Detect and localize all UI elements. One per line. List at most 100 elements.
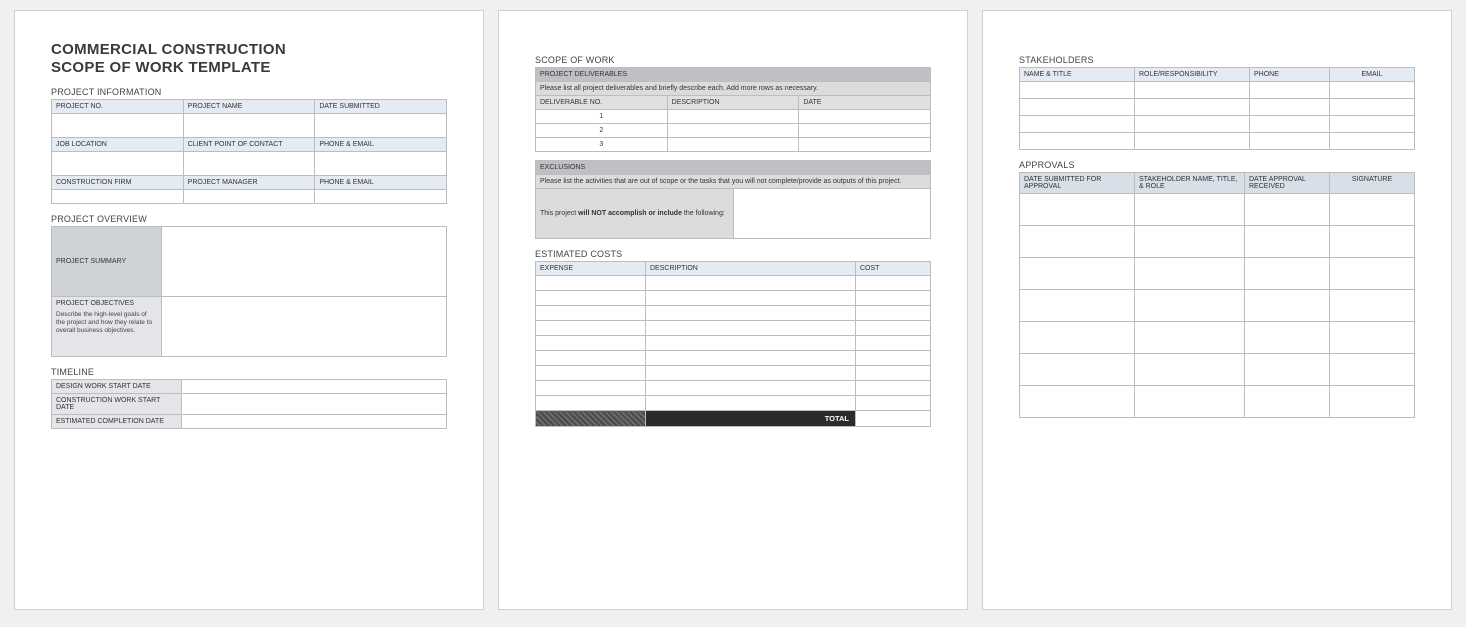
- cell[interactable]: [1245, 290, 1330, 322]
- cell[interactable]: [183, 114, 315, 138]
- exclusions-input[interactable]: [733, 189, 931, 239]
- cell[interactable]: [667, 138, 799, 152]
- cell[interactable]: [1020, 116, 1135, 133]
- cell[interactable]: [856, 276, 931, 291]
- cell[interactable]: [856, 321, 931, 336]
- cell[interactable]: [1020, 99, 1135, 116]
- cell[interactable]: [1330, 133, 1415, 150]
- cell[interactable]: [52, 190, 184, 204]
- cell[interactable]: [1330, 354, 1415, 386]
- cell[interactable]: [536, 306, 646, 321]
- cell[interactable]: [182, 394, 447, 415]
- total-amount[interactable]: [856, 411, 931, 427]
- cell[interactable]: [183, 190, 315, 204]
- cell[interactable]: [646, 291, 856, 306]
- cell[interactable]: [1245, 194, 1330, 226]
- cell[interactable]: [1330, 194, 1415, 226]
- cell[interactable]: [856, 336, 931, 351]
- cell[interactable]: [315, 114, 447, 138]
- cell[interactable]: [646, 381, 856, 396]
- cell[interactable]: [183, 152, 315, 176]
- cell[interactable]: [1020, 226, 1135, 258]
- cell[interactable]: [536, 366, 646, 381]
- cell[interactable]: [646, 366, 856, 381]
- col-cost-desc: DESCRIPTION: [646, 262, 856, 276]
- cell[interactable]: [1020, 194, 1135, 226]
- cell[interactable]: [1245, 386, 1330, 418]
- cell[interactable]: [1135, 386, 1245, 418]
- cell[interactable]: [1330, 82, 1415, 99]
- cell[interactable]: [52, 152, 184, 176]
- cell[interactable]: [667, 124, 799, 138]
- cell[interactable]: [1250, 116, 1330, 133]
- cell[interactable]: [1330, 322, 1415, 354]
- objectives-desc: Describe the high-level goals of the pro…: [56, 311, 152, 334]
- cell[interactable]: [182, 415, 447, 429]
- cell[interactable]: [1250, 82, 1330, 99]
- cell[interactable]: [1245, 322, 1330, 354]
- cell[interactable]: [536, 321, 646, 336]
- cell[interactable]: [646, 276, 856, 291]
- cell[interactable]: [536, 396, 646, 411]
- cell[interactable]: [667, 110, 799, 124]
- cell[interactable]: [315, 152, 447, 176]
- total-bar-left: [536, 411, 646, 427]
- cell[interactable]: [1330, 386, 1415, 418]
- col-signature: SIGNATURE: [1330, 173, 1415, 194]
- cell[interactable]: [646, 351, 856, 366]
- cell[interactable]: [646, 321, 856, 336]
- cell[interactable]: [1135, 116, 1250, 133]
- cell[interactable]: [1250, 133, 1330, 150]
- cell[interactable]: [799, 110, 931, 124]
- cell[interactable]: [856, 381, 931, 396]
- cell[interactable]: [1020, 322, 1135, 354]
- cell[interactable]: [1330, 258, 1415, 290]
- cell[interactable]: [1330, 290, 1415, 322]
- cell[interactable]: [1135, 258, 1245, 290]
- cell[interactable]: [1135, 99, 1250, 116]
- cell[interactable]: [799, 124, 931, 138]
- cell[interactable]: [1135, 194, 1245, 226]
- cell[interactable]: [1020, 82, 1135, 99]
- cell[interactable]: [1020, 290, 1135, 322]
- cell[interactable]: [856, 291, 931, 306]
- cell[interactable]: [315, 190, 447, 204]
- cell[interactable]: [1020, 354, 1135, 386]
- cell[interactable]: [856, 366, 931, 381]
- cell[interactable]: [856, 306, 931, 321]
- cell[interactable]: [182, 380, 447, 394]
- cell[interactable]: [1330, 99, 1415, 116]
- cell[interactable]: [1020, 258, 1135, 290]
- cell[interactable]: [1135, 322, 1245, 354]
- cell[interactable]: [1135, 226, 1245, 258]
- label-completion-date: ESTIMATED COMPLETION DATE: [52, 415, 182, 429]
- cell[interactable]: [1020, 133, 1135, 150]
- cell[interactable]: [1250, 99, 1330, 116]
- cell[interactable]: [1135, 133, 1250, 150]
- objectives-input[interactable]: [162, 297, 447, 357]
- cell[interactable]: [1245, 258, 1330, 290]
- cell[interactable]: [536, 351, 646, 366]
- cell[interactable]: [1135, 354, 1245, 386]
- project-info-table: PROJECT NO. PROJECT NAME DATE SUBMITTED …: [51, 99, 447, 204]
- cell[interactable]: [1020, 386, 1135, 418]
- cell[interactable]: [646, 306, 856, 321]
- cell[interactable]: [1245, 354, 1330, 386]
- cell[interactable]: [1135, 82, 1250, 99]
- col-date-received: DATE APPROVAL RECEIVED: [1245, 173, 1330, 194]
- cell[interactable]: [1330, 226, 1415, 258]
- cell[interactable]: [1135, 290, 1245, 322]
- cell[interactable]: [799, 138, 931, 152]
- cell[interactable]: [536, 291, 646, 306]
- cell[interactable]: [536, 336, 646, 351]
- cell[interactable]: [536, 381, 646, 396]
- cell[interactable]: [1330, 116, 1415, 133]
- cell[interactable]: [536, 276, 646, 291]
- cell[interactable]: [646, 336, 856, 351]
- cell[interactable]: [856, 351, 931, 366]
- cell[interactable]: [1245, 226, 1330, 258]
- summary-input[interactable]: [162, 227, 447, 297]
- cell[interactable]: [856, 396, 931, 411]
- cell[interactable]: [646, 396, 856, 411]
- cell[interactable]: [52, 114, 184, 138]
